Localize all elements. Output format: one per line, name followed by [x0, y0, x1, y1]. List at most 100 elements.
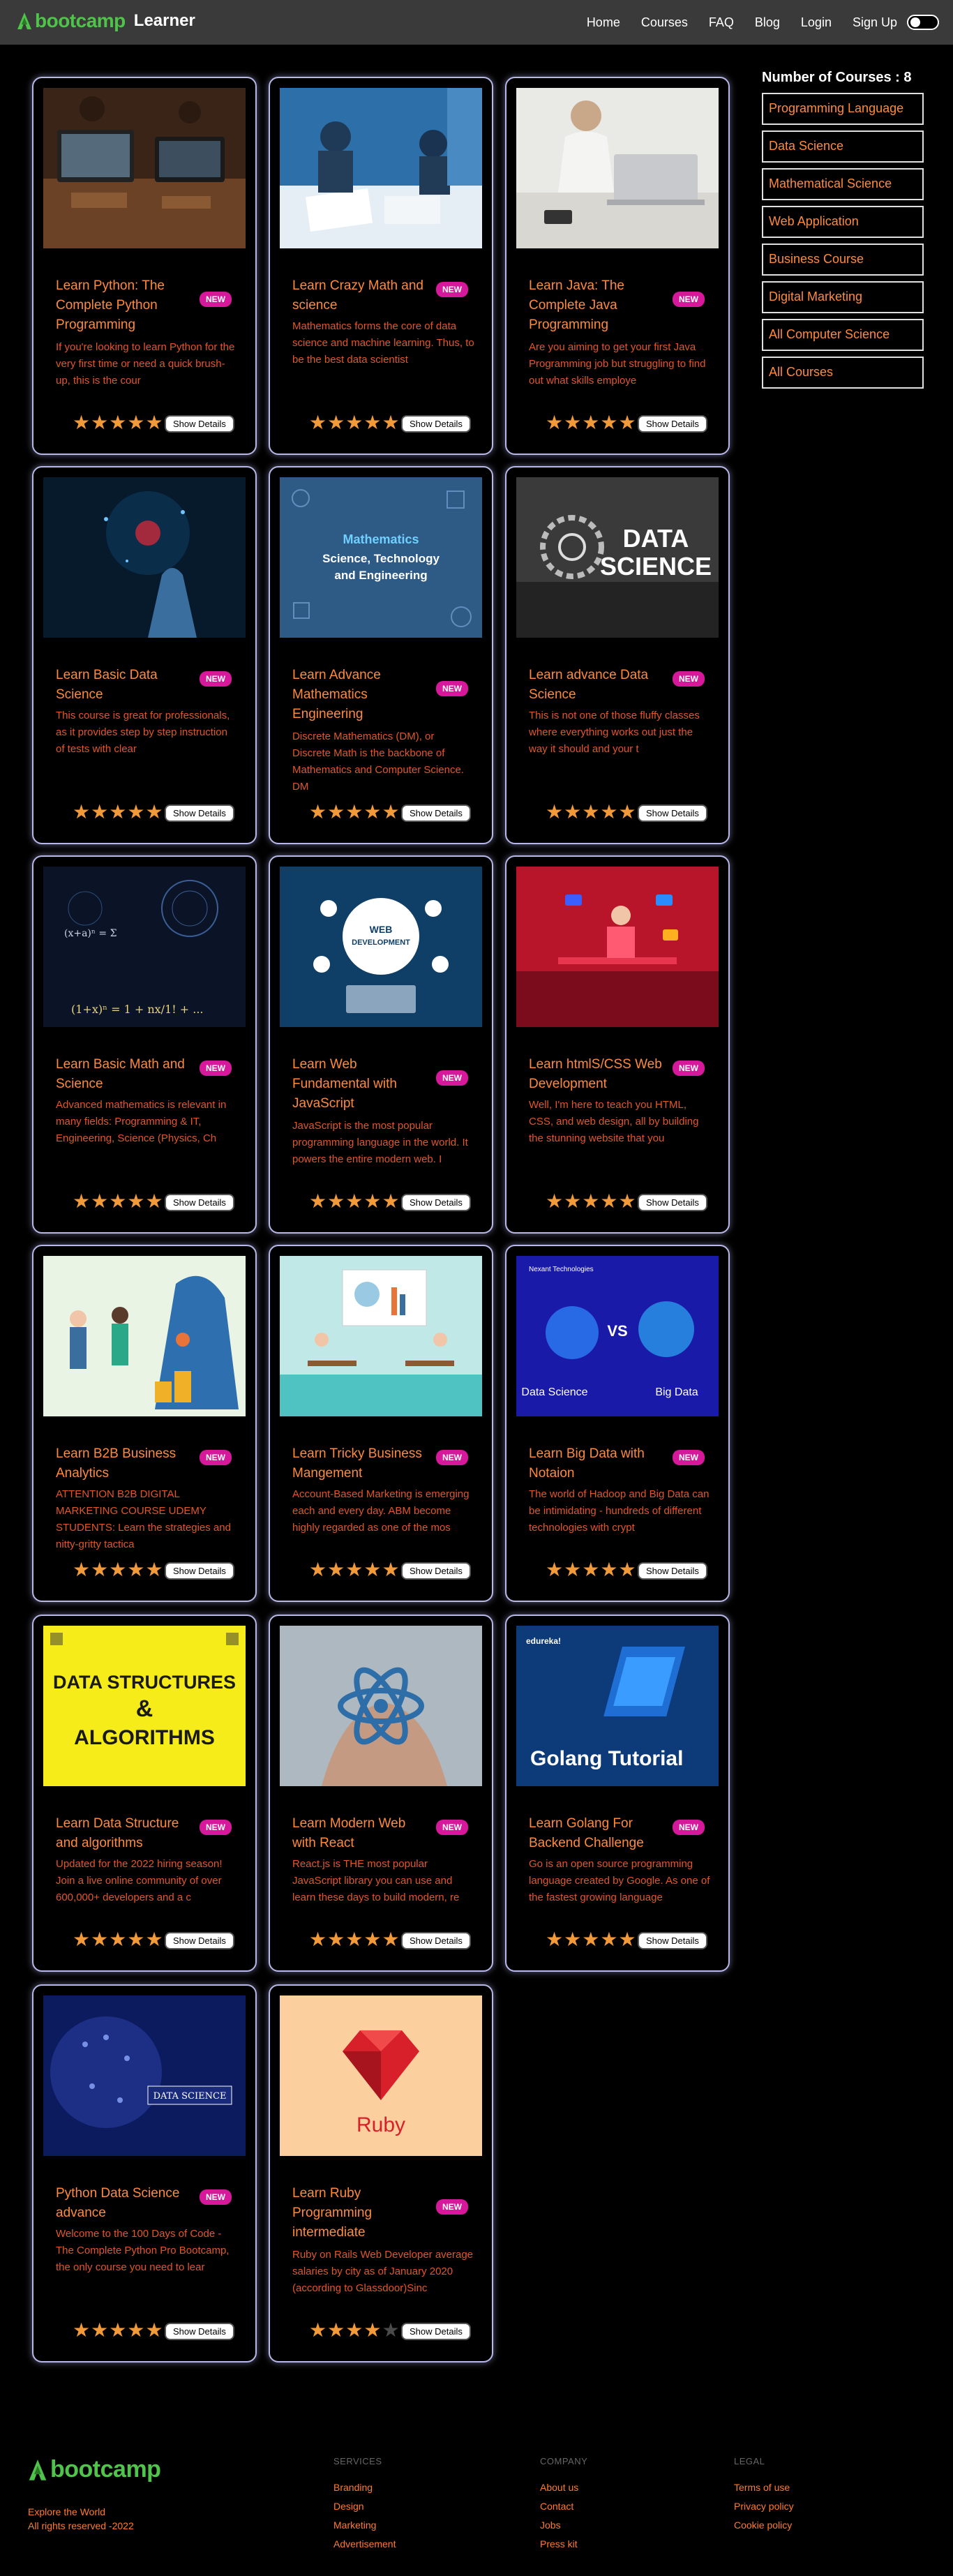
- star-rating: ★ ★ ★ ★ ★: [309, 1192, 400, 1211]
- footer-link-contact[interactable]: Contact: [540, 2501, 587, 2512]
- new-badge: NEW: [200, 1820, 232, 1835]
- nav-home[interactable]: Home: [587, 15, 620, 30]
- show-details-button[interactable]: Show Details: [638, 1932, 707, 1949]
- show-details-button[interactable]: Show Details: [165, 1562, 234, 1580]
- footer-col-title: COMPANY: [540, 2456, 588, 2466]
- star-rating: ★ ★ ★ ★ ★: [309, 1930, 400, 1949]
- course-description: Discrete Mathematics (DM), or Discrete M…: [292, 731, 464, 793]
- star-icon: ★: [582, 801, 600, 823]
- show-details-button[interactable]: Show Details: [401, 2323, 471, 2340]
- category-all-courses[interactable]: All Courses: [762, 357, 924, 389]
- footer-link-jobs[interactable]: Jobs: [540, 2519, 587, 2531]
- footer-brand[interactable]: bootcamp: [28, 2456, 161, 2483]
- star-icon: ★: [546, 1190, 564, 1212]
- footer-link-branding[interactable]: Branding: [333, 2482, 396, 2493]
- nav-courses[interactable]: Courses: [641, 15, 688, 30]
- star-icon: ★: [564, 1929, 582, 1950]
- new-badge: NEW: [436, 681, 468, 696]
- star-icon: ★: [345, 801, 363, 823]
- show-details-button[interactable]: Show Details: [401, 415, 471, 433]
- course-title: Learn Ruby Programming intermediate: [292, 2186, 373, 2240]
- show-details-button[interactable]: Show Details: [165, 804, 234, 822]
- course-image-business: [280, 1256, 482, 1416]
- star-icon: ★: [127, 1559, 145, 1580]
- show-details-button[interactable]: Show Details: [401, 804, 471, 822]
- star-icon: ★: [327, 1190, 345, 1212]
- course-card: WEB DEVELOPMENT Learn Web Fundamental wi…: [269, 855, 493, 1234]
- bootcamp-logo-icon: [17, 13, 31, 29]
- course-description: Go is an open source programming languag…: [529, 1858, 710, 1903]
- footer-link-cookie[interactable]: Cookie policy: [734, 2519, 794, 2531]
- category-data-science[interactable]: Data Science: [762, 130, 924, 163]
- footer-link-marketing[interactable]: Marketing: [333, 2519, 396, 2531]
- course-description: JavaScript is the most popular programmi…: [292, 1120, 468, 1165]
- course-image-math: [280, 88, 482, 248]
- course-image-java: [516, 88, 719, 248]
- footer-link-design[interactable]: Design: [333, 2501, 396, 2512]
- footer-link-advertisement[interactable]: Advertisement: [333, 2538, 396, 2549]
- footer-link-terms[interactable]: Terms of use: [734, 2482, 794, 2493]
- show-details-button[interactable]: Show Details: [401, 1932, 471, 1949]
- course-title: Learn Basic Math and Science: [56, 1057, 185, 1091]
- show-details-button[interactable]: Show Details: [638, 415, 707, 433]
- star-icon: ★: [309, 1559, 327, 1580]
- category-digital-marketing[interactable]: Digital Marketing: [762, 281, 924, 313]
- brand[interactable]: bootcamp Learner: [17, 10, 195, 32]
- star-icon: ★: [127, 2319, 145, 2341]
- category-mathematical-science[interactable]: Mathematical Science: [762, 168, 924, 200]
- show-details-button[interactable]: Show Details: [401, 1194, 471, 1211]
- show-details-button[interactable]: Show Details: [638, 804, 707, 822]
- star-icon: ★: [564, 1559, 582, 1580]
- star-icon: ★: [109, 2319, 127, 2341]
- category-business-course[interactable]: Business Course: [762, 244, 924, 276]
- footer-company: COMPANY About us Contact Jobs Press kit: [540, 2456, 587, 2557]
- data-science-line-2: SCIENCE: [600, 552, 712, 581]
- show-details-button[interactable]: Show Details: [165, 1932, 234, 1949]
- footer-link-privacy[interactable]: Privacy policy: [734, 2501, 794, 2512]
- course-image-html-css: [516, 867, 719, 1027]
- star-icon: ★: [145, 1559, 163, 1580]
- star-icon: ★: [327, 1559, 345, 1580]
- star-rating: ★ ★ ★ ★ ★: [309, 2321, 400, 2340]
- footer-link-press[interactable]: Press kit: [540, 2538, 587, 2549]
- category-web-application[interactable]: Web Application: [762, 206, 924, 238]
- dsa-line-1: DATA STRUCTURES: [53, 1672, 236, 1693]
- nav-faq[interactable]: FAQ: [709, 15, 734, 30]
- new-badge: NEW: [673, 1820, 705, 1835]
- star-icon: ★: [600, 801, 618, 823]
- nav-blog[interactable]: Blog: [755, 15, 780, 30]
- star-icon: ★: [564, 412, 582, 433]
- ruby-label: Ruby: [357, 2113, 405, 2136]
- star-icon: ★: [309, 412, 327, 433]
- nav-login[interactable]: Login: [801, 15, 832, 30]
- nav-signup[interactable]: Sign Up: [853, 15, 897, 30]
- star-icon: ★: [345, 412, 363, 433]
- show-details-button[interactable]: Show Details: [638, 1562, 707, 1580]
- category-all-computer-science[interactable]: All Computer Science: [762, 319, 924, 351]
- theme-toggle[interactable]: [907, 15, 939, 30]
- course-image-math-poster: Mathematics Science, Technology and Engi…: [280, 477, 482, 638]
- course-description: This is not one of those fluffy classes …: [529, 710, 700, 755]
- show-details-button[interactable]: Show Details: [165, 1194, 234, 1211]
- star-rating: ★ ★ ★ ★ ★: [546, 1560, 637, 1580]
- category-programming-language[interactable]: Programming Language: [762, 93, 924, 125]
- course-card: Learn Java: The Complete Java Programmin…: [505, 77, 730, 455]
- show-details-button[interactable]: Show Details: [638, 1194, 707, 1211]
- star-icon: ★: [127, 1929, 145, 1950]
- star-icon: ★: [618, 412, 636, 433]
- show-details-button[interactable]: Show Details: [401, 1562, 471, 1580]
- math-poster-line-2: Science, Technology: [322, 552, 440, 565]
- star-icon: ★: [91, 1929, 109, 1950]
- course-description: Updated for the 2022 hiring season! Join…: [56, 1858, 223, 1903]
- show-details-button[interactable]: Show Details: [165, 415, 234, 433]
- course-description: Are you aiming to get your first Java Pr…: [529, 341, 706, 387]
- course-image-big-data: Nexant Technologies VS Data Science Big …: [516, 1256, 719, 1416]
- new-badge: NEW: [436, 2199, 468, 2215]
- course-description: The world of Hadoop and Big Data can be …: [529, 1488, 710, 1534]
- course-description: Welcome to the 100 Days of Code - The Co…: [56, 2228, 230, 2273]
- star-icon: ★: [145, 801, 163, 823]
- footer-link-about[interactable]: About us: [540, 2482, 587, 2493]
- course-description: If you're looking to learn Python for th…: [56, 341, 235, 387]
- python-ds-label: DATA SCIENCE: [153, 2091, 227, 2102]
- show-details-button[interactable]: Show Details: [165, 2323, 234, 2340]
